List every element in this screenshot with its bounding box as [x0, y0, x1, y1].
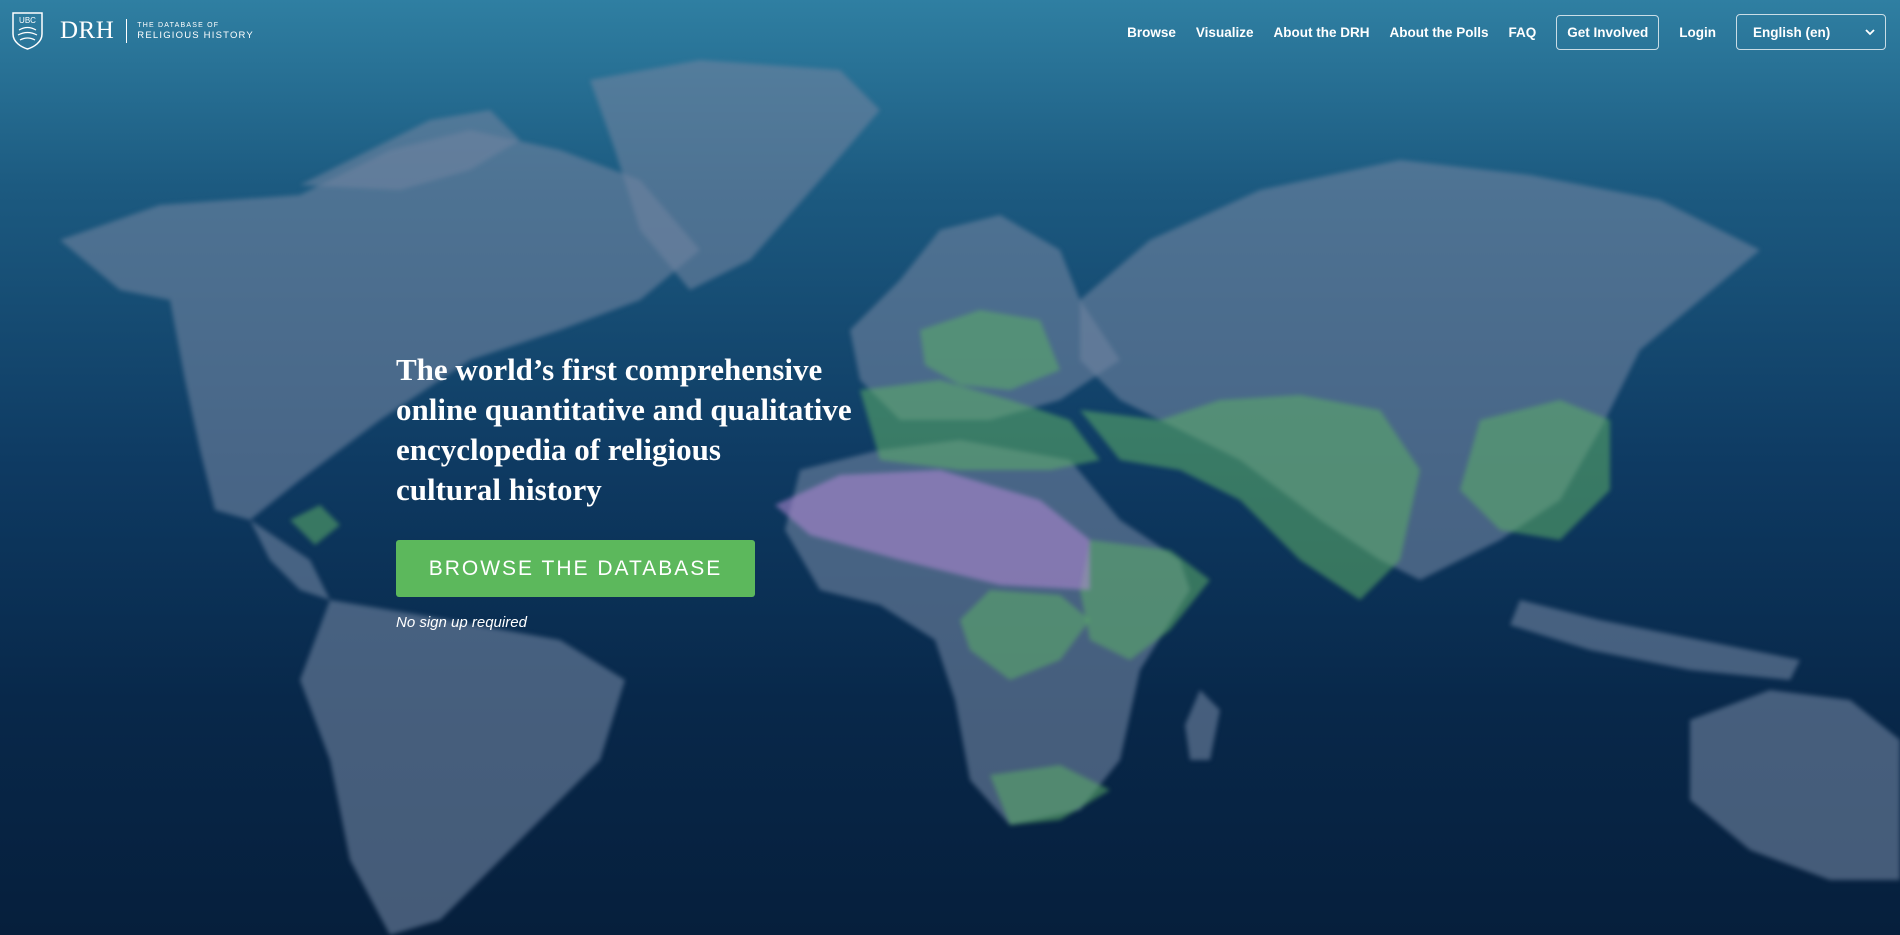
nav-faq[interactable]: FAQ: [1508, 25, 1536, 40]
language-select-value: English (en): [1753, 24, 1831, 40]
no-signup-note: No sign up required: [396, 614, 527, 631]
logo-subtitle-top: THE DATABASE OF: [137, 21, 220, 29]
get-involved-button[interactable]: Get Involved: [1556, 14, 1660, 50]
hero-title-line: encyclopedia of religious: [396, 432, 721, 467]
world-map-background: [60, 60, 1900, 935]
nav-browse[interactable]: Browse: [1127, 25, 1176, 40]
logo-subtitle-bottom: RELIGIOUS HISTORY: [137, 29, 254, 41]
main-nav: Browse Visualize About the DRH About the…: [1127, 14, 1886, 50]
site-header: UBC DRH THE DATABASE OF RELIGIOUS HISTOR…: [0, 0, 1900, 62]
nav-visualize[interactable]: Visualize: [1196, 25, 1254, 40]
hero-section: The world’s first comprehensive online q…: [396, 350, 926, 631]
hero-title-line: cultural history: [396, 472, 602, 507]
crest-text: UBC: [19, 16, 36, 25]
nav-about-drh[interactable]: About the DRH: [1273, 25, 1369, 40]
hero-title-line: online quantitative and qualitative: [396, 392, 852, 427]
logo-divider: [126, 19, 128, 43]
hero-title: The world’s first comprehensive online q…: [396, 350, 926, 510]
hero-title-line: The world’s first comprehensive: [396, 352, 823, 387]
login-link[interactable]: Login: [1679, 25, 1716, 40]
chevron-down-icon: [1865, 29, 1875, 36]
language-select[interactable]: English (en): [1736, 14, 1886, 50]
drh-wordmark: DRH: [60, 17, 115, 44]
ubc-crest-icon: UBC: [12, 12, 43, 50]
nav-about-polls[interactable]: About the Polls: [1389, 25, 1488, 40]
browse-database-button[interactable]: BROWSE THE DATABASE: [396, 540, 755, 597]
logo-subtitle: THE DATABASE OF RELIGIOUS HISTORY: [137, 22, 254, 41]
site-logo[interactable]: UBC DRH THE DATABASE OF RELIGIOUS HISTOR…: [12, 12, 254, 50]
